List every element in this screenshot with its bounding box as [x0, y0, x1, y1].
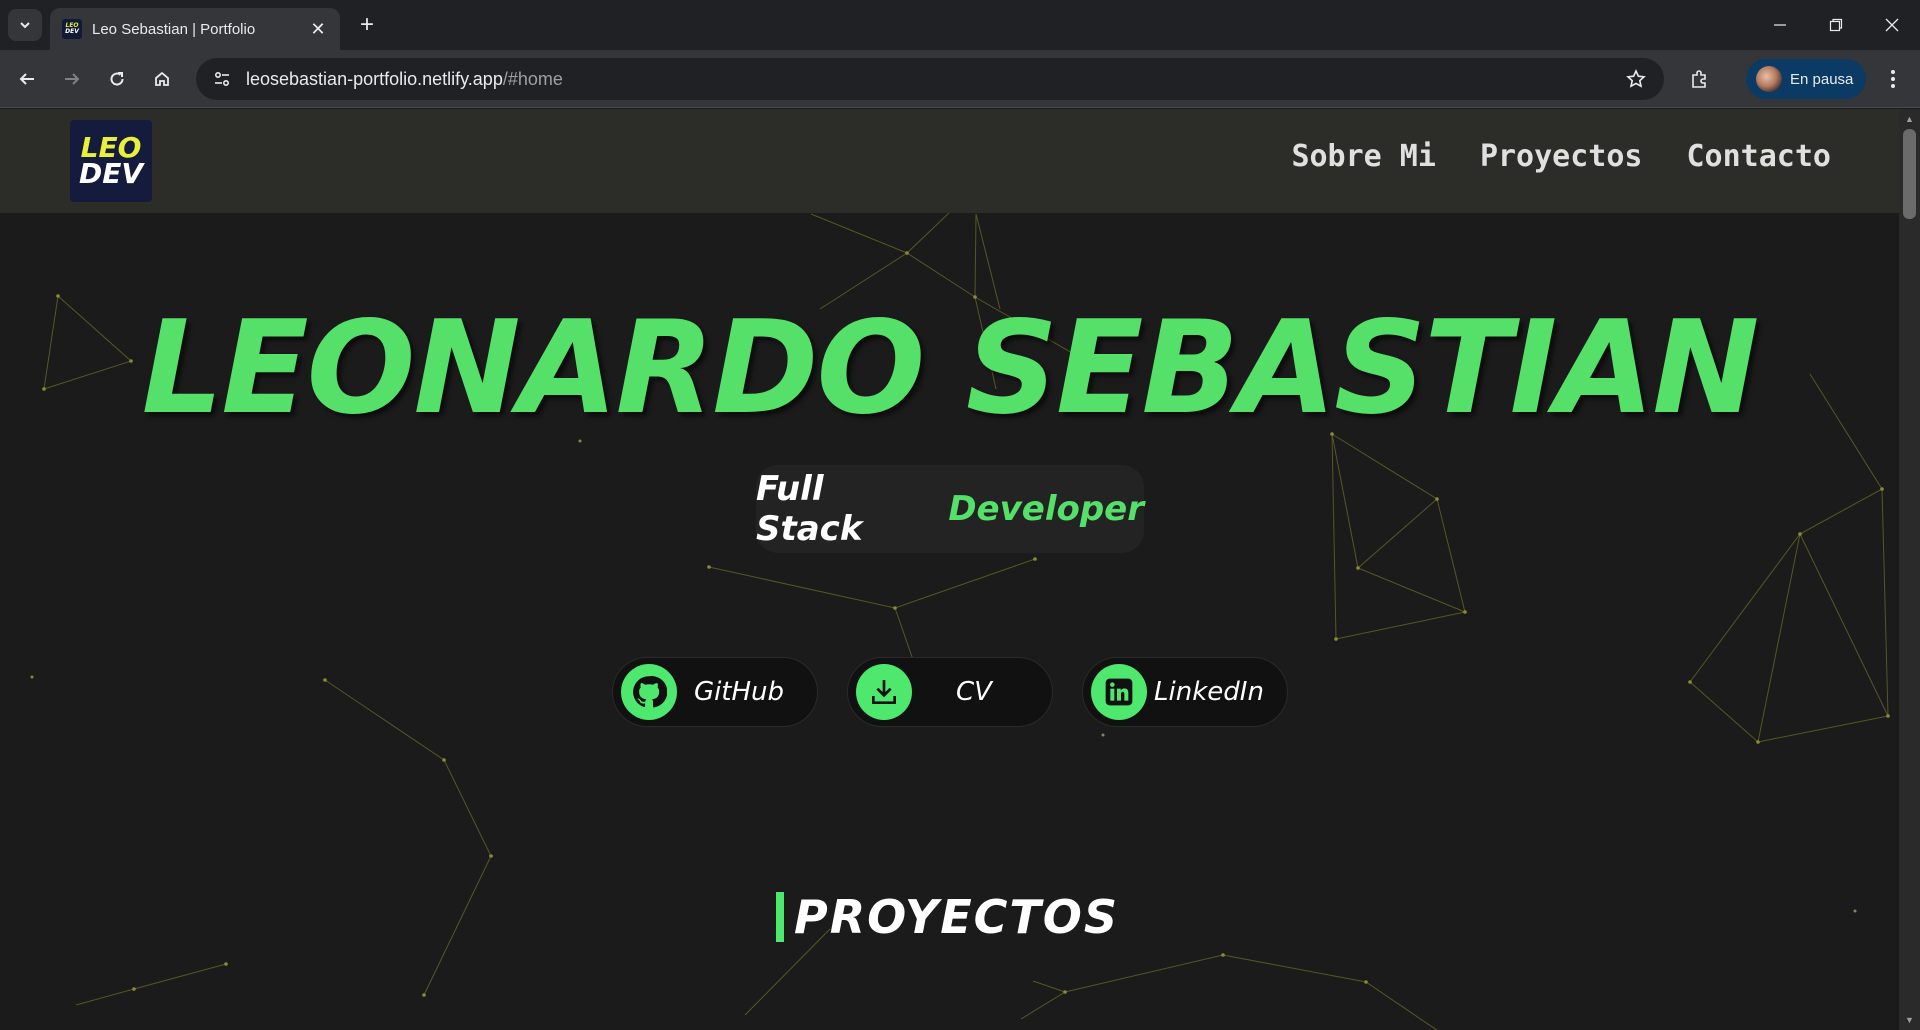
linkedin-button[interactable]: LinkedIn: [1082, 657, 1288, 727]
restore-icon: [1829, 18, 1843, 32]
url-host: leosebastian-portfolio.netlify.app: [246, 68, 503, 89]
browser-toolbar: leosebastian-portfolio.netlify.app/#home…: [0, 50, 1920, 108]
bookmark-star-button[interactable]: [1616, 59, 1656, 99]
title-accent-bar: [776, 892, 784, 942]
nav-link-proyectos[interactable]: Proyectos: [1480, 139, 1643, 174]
profile-label: En pausa: [1790, 70, 1854, 88]
avatar: [1756, 66, 1782, 92]
browser-menu-button[interactable]: [1876, 62, 1910, 96]
site-info-icon[interactable]: [202, 59, 242, 99]
star-icon: [1626, 69, 1646, 88]
download-icon: [856, 664, 912, 720]
home-button[interactable]: [145, 62, 179, 96]
url-path: /#home: [502, 68, 563, 89]
puzzle-icon: [1692, 70, 1706, 88]
arrow-left-icon: [19, 73, 34, 85]
logo-line2: DEV: [78, 157, 144, 190]
restore-button[interactable]: [1808, 0, 1864, 50]
browser-tab-bar: LEO DEV Leo Sebastian | Portfolio ✕ +: [0, 0, 1920, 50]
arrow-right-icon: [65, 73, 80, 85]
reload-icon: [110, 72, 124, 86]
linkedin-icon: [1091, 664, 1147, 720]
minimize-icon: [1774, 24, 1786, 26]
new-tab-button[interactable]: +: [352, 10, 382, 40]
tab-search-button[interactable]: [8, 9, 42, 41]
close-window-button[interactable]: [1864, 0, 1920, 50]
scroll-down-arrow-icon[interactable]: ▼: [1899, 1012, 1920, 1028]
role-text-white: Full Stack: [756, 469, 863, 549]
tab-title: Leo Sebastian | Portfolio: [92, 20, 256, 38]
window-controls: [1752, 0, 1920, 50]
tab-close-button[interactable]: ✕: [308, 19, 328, 40]
reload-button[interactable]: [100, 62, 134, 96]
close-icon: [1885, 18, 1899, 32]
projects-heading: PROYECTOS: [794, 890, 1119, 944]
forward-button[interactable]: [55, 62, 89, 96]
linkedin-label: LinkedIn: [1154, 677, 1264, 707]
github-button[interactable]: GitHub: [612, 657, 818, 727]
projects-section-title: PROYECTOS: [776, 889, 1119, 945]
profile-button[interactable]: En pausa: [1746, 59, 1866, 99]
home-icon: [155, 71, 169, 86]
more-vert-icon: [1891, 70, 1895, 88]
address-bar[interactable]: leosebastian-portfolio.netlify.app/#home: [196, 58, 1664, 100]
nav-link-contacto[interactable]: Contacto: [1687, 139, 1832, 174]
cv-download-button[interactable]: CV: [847, 657, 1053, 727]
scroll-up-arrow-icon[interactable]: ▲: [1899, 111, 1920, 127]
web-page: LEO DEV Sobre Mi Proyectos Contacto LEON…: [0, 109, 1899, 1030]
nav-link-sobre-mi[interactable]: Sobre Mi: [1291, 139, 1436, 174]
cv-label: CV: [956, 677, 992, 707]
scroll-thumb[interactable]: [1903, 129, 1916, 219]
site-nav: Sobre Mi Proyectos Contacto: [1291, 139, 1831, 174]
back-button[interactable]: [10, 62, 44, 96]
favicon-icon: LEO DEV: [62, 19, 82, 39]
url-text: leosebastian-portfolio.netlify.app/#home: [246, 69, 1616, 90]
hero-name: LEONARDO SEBASTIAN: [141, 294, 1760, 443]
favicon-line2: DEV: [65, 28, 79, 35]
site-header: LEO DEV Sobre Mi Proyectos Contacto: [0, 109, 1899, 213]
page-scrollbar[interactable]: ▲ ▼: [1899, 109, 1920, 1030]
extensions-button[interactable]: [1682, 62, 1716, 96]
minimize-button[interactable]: [1752, 0, 1808, 50]
browser-tab[interactable]: LEO DEV Leo Sebastian | Portfolio ✕: [50, 8, 340, 50]
chevron-down-icon: [20, 22, 30, 29]
github-icon: [621, 664, 677, 720]
role-badge: Full Stack Developer: [756, 465, 1144, 553]
github-label: GitHub: [693, 677, 785, 707]
role-text-green: Developer: [948, 489, 1144, 529]
site-logo[interactable]: LEO DEV: [70, 120, 152, 202]
